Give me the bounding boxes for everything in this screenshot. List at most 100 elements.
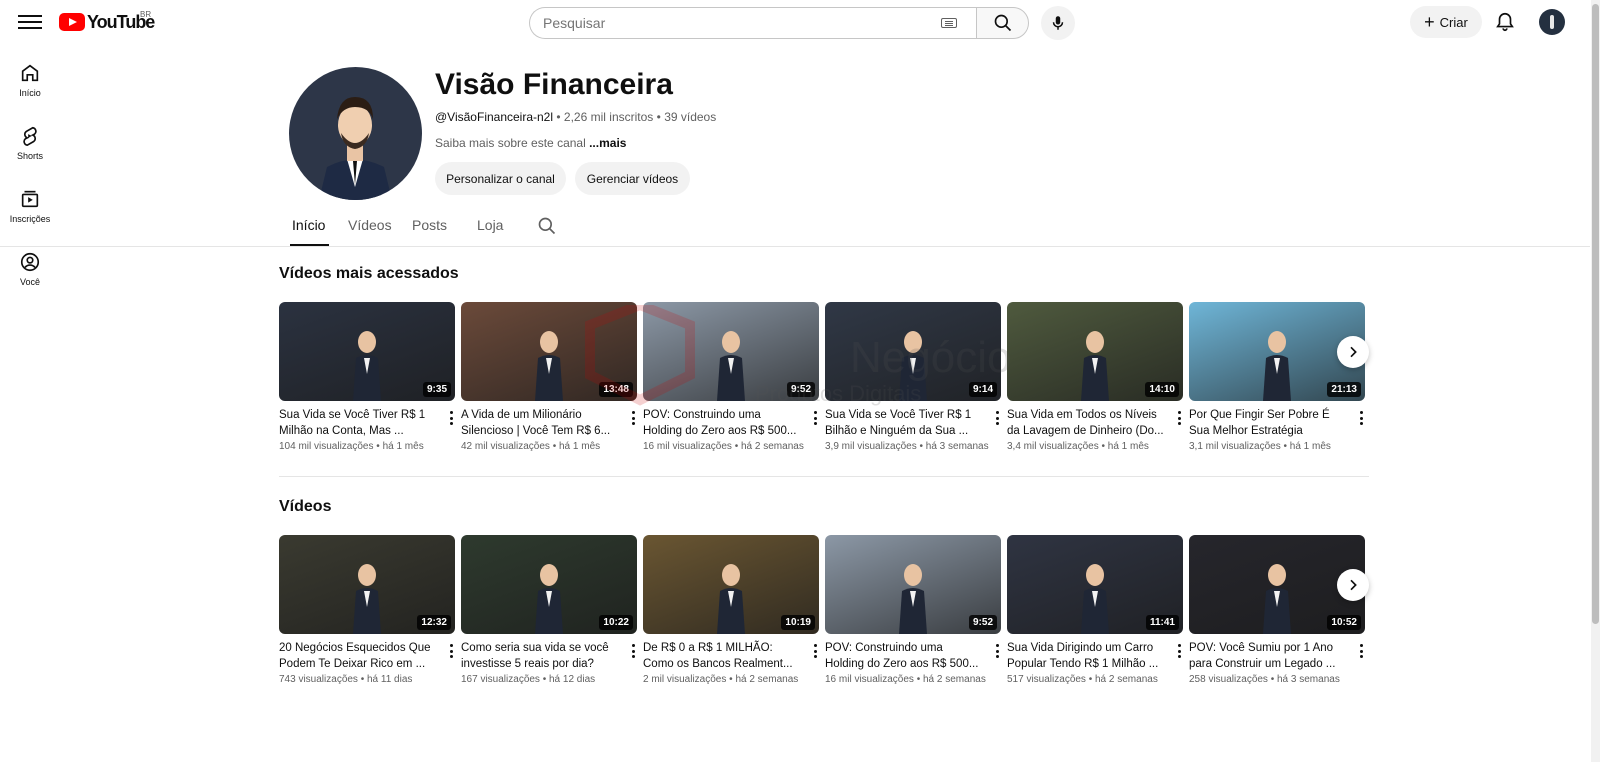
search-icon bbox=[994, 14, 1011, 32]
bell-icon[interactable] bbox=[1494, 11, 1516, 33]
video-meta: 167 visualizações • há 12 dias bbox=[461, 674, 637, 685]
chevron-right-icon bbox=[1350, 579, 1357, 591]
video-title[interactable]: Sua Vida em Todos os Níveis da Lavagem d… bbox=[1007, 407, 1167, 439]
video-card[interactable]: 10:22 Como seria sua vida se você investi… bbox=[461, 535, 637, 685]
video-title[interactable]: Sua Vida se Você Tiver R$ 1 Bilhão e Nin… bbox=[825, 407, 985, 439]
video-meta: 3,1 mil visualizações • há 1 mês bbox=[1189, 441, 1365, 452]
channel-description[interactable]: Saiba mais sobre este canal ...mais bbox=[435, 136, 626, 150]
more-options-icon[interactable] bbox=[629, 410, 637, 426]
search-input[interactable] bbox=[543, 15, 933, 31]
video-thumbnail[interactable]: 10:22 bbox=[461, 535, 637, 634]
more-options-icon[interactable] bbox=[629, 643, 637, 659]
next-arrow-button[interactable] bbox=[1337, 336, 1369, 368]
more-options-icon[interactable] bbox=[1175, 410, 1183, 426]
video-card[interactable]: 11:41 Sua Vida Dirigindo um Carro Popular… bbox=[1007, 535, 1183, 685]
video-views: 42 mil visualizações bbox=[461, 441, 550, 452]
microphone-icon bbox=[1052, 16, 1064, 30]
account-avatar[interactable] bbox=[1539, 9, 1565, 35]
video-title[interactable]: POV: Você Sumiu por 1 Ano para Construir… bbox=[1189, 640, 1349, 672]
video-age: há 1 mês bbox=[382, 441, 424, 452]
video-thumbnail[interactable]: 13:48 bbox=[461, 302, 637, 401]
more-options-icon[interactable] bbox=[811, 410, 819, 426]
video-meta: 3,9 mil visualizações • há 3 semanas bbox=[825, 441, 1001, 452]
video-title[interactable]: Sua Vida se Você Tiver R$ 1 Milhão na Co… bbox=[279, 407, 439, 439]
nav-item-shorts[interactable]: Shorts bbox=[0, 119, 60, 182]
video-views: 104 mil visualizações bbox=[279, 441, 374, 452]
video-title[interactable]: POV: Construindo uma Holding do Zero aos… bbox=[643, 407, 803, 439]
more-options-icon[interactable] bbox=[1357, 410, 1365, 426]
video-age: há 2 semanas bbox=[735, 674, 799, 685]
video-thumbnail[interactable]: 9:14 bbox=[825, 302, 1001, 401]
video-title[interactable]: Como seria sua vida se você investisse 5… bbox=[461, 640, 621, 672]
manage-videos-button[interactable]: Gerenciar vídeos bbox=[575, 162, 690, 195]
video-card[interactable]: 9:52 POV: Construindo uma Holding do Zero… bbox=[825, 535, 1001, 685]
video-meta: 258 visualizações • há 3 semanas bbox=[1189, 674, 1365, 685]
video-duration: 11:41 bbox=[1145, 615, 1179, 630]
video-card[interactable]: 13:48 A Vida de um Milionário Silencioso … bbox=[461, 302, 637, 452]
nav-item-you[interactable]: Você bbox=[0, 245, 60, 308]
more-options-icon[interactable] bbox=[1175, 643, 1183, 659]
video-thumbnail[interactable]: 12:32 bbox=[279, 535, 455, 634]
video-thumbnail[interactable]: 11:41 bbox=[1007, 535, 1183, 634]
more-options-icon[interactable] bbox=[1357, 643, 1365, 659]
video-card[interactable]: 9:52 POV: Construindo uma Holding do Zero… bbox=[643, 302, 819, 452]
video-card[interactable]: 9:35 Sua Vida se Você Tiver R$ 1 Milhão n… bbox=[279, 302, 455, 452]
menu-icon[interactable] bbox=[18, 12, 42, 32]
video-thumbnail[interactable]: 9:35 bbox=[279, 302, 455, 401]
scrollbar-thumb[interactable] bbox=[1592, 4, 1599, 624]
video-title[interactable]: A Vida de um Milionário Silencioso | Voc… bbox=[461, 407, 621, 439]
video-card[interactable]: 10:19 De R$ 0 a R$ 1 MILHÃO: Como os Banc… bbox=[643, 535, 819, 685]
video-views: 517 visualizações bbox=[1007, 674, 1086, 685]
more-link[interactable]: ...mais bbox=[589, 136, 626, 150]
video-thumbnail[interactable]: 9:52 bbox=[825, 535, 1001, 634]
voice-search-button[interactable] bbox=[1041, 6, 1075, 40]
video-card[interactable]: 10:52 POV: Você Sumiu por 1 Ano para Cons… bbox=[1189, 535, 1365, 685]
video-title[interactable]: 20 Negócios Esquecidos Que Podem Te Deix… bbox=[279, 640, 439, 672]
chevron-right-icon bbox=[1350, 346, 1357, 358]
video-title[interactable]: Sua Vida Dirigindo um Carro Popular Tend… bbox=[1007, 640, 1167, 672]
nav-item-home[interactable]: Início bbox=[0, 56, 60, 119]
keyboard-icon[interactable] bbox=[941, 18, 957, 28]
video-thumbnail[interactable]: 10:19 bbox=[643, 535, 819, 634]
video-title[interactable]: POV: Construindo uma Holding do Zero aos… bbox=[825, 640, 985, 672]
tab-posts[interactable]: Posts bbox=[412, 217, 447, 233]
video-title[interactable]: Por Que Fingir Ser Pobre É Sua Melhor Es… bbox=[1189, 407, 1349, 439]
country-code: BR bbox=[140, 10, 152, 19]
next-arrow-button[interactable] bbox=[1337, 569, 1369, 601]
tab-videos[interactable]: Vídeos bbox=[348, 217, 392, 233]
search-icon[interactable] bbox=[537, 216, 557, 236]
section-divider bbox=[279, 476, 1369, 477]
more-options-icon[interactable] bbox=[993, 643, 1001, 659]
meta-separator: • bbox=[539, 674, 549, 685]
tab-store[interactable]: Loja bbox=[477, 217, 503, 233]
video-card[interactable]: 14:10 Sua Vida em Todos os Níveis da Lava… bbox=[1007, 302, 1183, 452]
create-button[interactable]: + Criar bbox=[1410, 6, 1482, 38]
channel-avatar[interactable] bbox=[289, 67, 422, 200]
video-duration: 21:13 bbox=[1327, 382, 1361, 397]
video-card[interactable]: 12:32 20 Negócios Esquecidos Que Podem Te… bbox=[279, 535, 455, 685]
video-duration: 10:52 bbox=[1327, 615, 1361, 630]
customize-channel-button[interactable]: Personalizar o canal bbox=[435, 162, 566, 195]
video-card[interactable]: 21:13 Por Que Fingir Ser Pobre É Sua Melh… bbox=[1189, 302, 1365, 452]
meta-separator: • bbox=[1098, 441, 1108, 452]
video-duration: 9:52 bbox=[968, 615, 997, 630]
video-title[interactable]: De R$ 0 a R$ 1 MILHÃO: Como os Bancos Re… bbox=[643, 640, 803, 672]
video-duration: 10:19 bbox=[781, 615, 815, 630]
video-card[interactable]: 9:14 Sua Vida se Você Tiver R$ 1 Bilhão e… bbox=[825, 302, 1001, 452]
avatar-illustration bbox=[319, 97, 392, 200]
more-options-icon[interactable] bbox=[993, 410, 1001, 426]
video-thumbnail[interactable]: 9:52 bbox=[643, 302, 819, 401]
more-options-icon[interactable] bbox=[811, 643, 819, 659]
more-options-icon[interactable] bbox=[447, 410, 455, 426]
nav-label: Início bbox=[19, 88, 41, 98]
video-age: há 2 semanas bbox=[741, 441, 804, 452]
more-options-icon[interactable] bbox=[447, 643, 455, 659]
meta-separator: • bbox=[373, 441, 383, 452]
meta-separator: • bbox=[1085, 674, 1095, 685]
tab-home[interactable]: Início bbox=[292, 217, 325, 233]
video-thumbnail[interactable]: 14:10 bbox=[1007, 302, 1183, 401]
search-field[interactable] bbox=[529, 7, 976, 39]
meta-separator: • bbox=[913, 674, 923, 685]
search-button[interactable] bbox=[976, 7, 1029, 39]
video-meta: 16 mil visualizações • há 2 semanas bbox=[643, 441, 819, 452]
